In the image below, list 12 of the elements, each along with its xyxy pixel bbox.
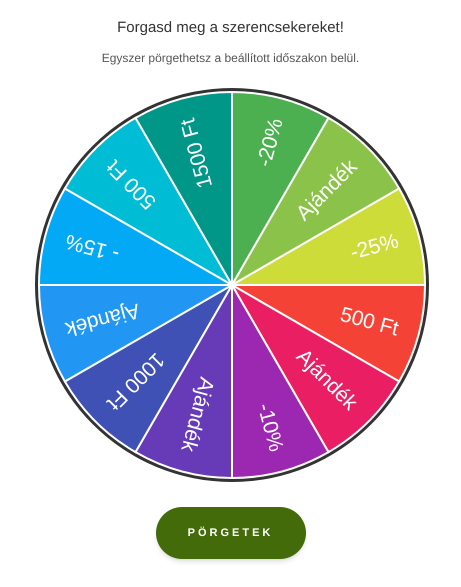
title: Forgasd meg a szerencsekereket! — [117, 18, 344, 38]
segment-label: -25% — [348, 229, 402, 264]
segment-label: -10% — [252, 400, 288, 454]
segment-label: 500 Ft — [338, 303, 402, 341]
subtitle: Egyszer pörgethetsz a beállított időszakon belül. — [102, 50, 360, 67]
segment-label: 500 Ft — [102, 155, 161, 214]
segment-label: -20% — [252, 116, 288, 170]
segment-label: Ajándék — [62, 298, 142, 341]
segment-label: - 15% — [62, 229, 122, 266]
segment-label: Ajándék — [176, 374, 218, 454]
segment-label: 1500 Ft — [176, 116, 218, 191]
spin-button[interactable]: PÖRGETEK — [156, 507, 306, 559]
